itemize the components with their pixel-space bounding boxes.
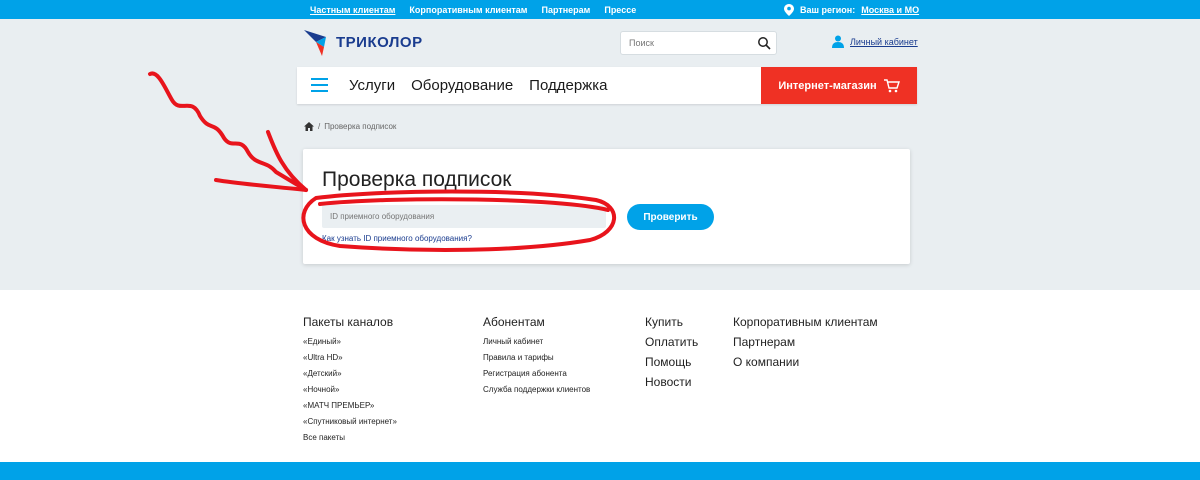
footer-link[interactable]: «Спутниковый интернет» xyxy=(303,417,397,433)
top-nav: Частным клиентам Корпоративным клиентам … xyxy=(310,0,636,19)
personal-cabinet-link[interactable]: Личный кабинет xyxy=(832,35,918,48)
cart-icon xyxy=(883,78,900,92)
nav-item-services[interactable]: Услуги xyxy=(349,77,395,94)
footer-link[interactable]: Все пакеты xyxy=(303,433,397,449)
search-input[interactable] xyxy=(621,32,751,54)
region-label: Ваш регион: xyxy=(800,4,856,15)
footer-col-subscribers: Абонентам Личный кабинет Правила и тариф… xyxy=(483,315,590,401)
search-box[interactable] xyxy=(620,31,777,55)
footer-link[interactable]: Правила и тарифы xyxy=(483,353,590,369)
top-nav-press[interactable]: Прессе xyxy=(604,5,636,15)
footer-link[interactable]: «Детский» xyxy=(303,369,397,385)
footer-heading-packages[interactable]: Пакеты каналов xyxy=(303,315,397,329)
footer-link[interactable]: Личный кабинет xyxy=(483,337,590,353)
annotation-arrow-head-bottom xyxy=(214,178,308,192)
location-pin-icon xyxy=(784,3,794,16)
footer-link[interactable]: Регистрация абонента xyxy=(483,369,590,385)
nav-item-support[interactable]: Поддержка xyxy=(529,77,607,94)
annotation-arrow-head-top xyxy=(266,130,308,192)
footer-link-about[interactable]: О компании xyxy=(733,355,878,375)
footer-col-packages: Пакеты каналов «Единый» «Ultra HD» «Детс… xyxy=(303,315,397,449)
region-value[interactable]: Москва и МО xyxy=(861,5,919,15)
footer-link-buy[interactable]: Купить xyxy=(645,315,698,335)
footer-link-corporate[interactable]: Корпоративным клиентам xyxy=(733,315,878,335)
region-selector[interactable]: Ваш регион: Москва и МО xyxy=(784,0,919,19)
footer-link-news[interactable]: Новости xyxy=(645,375,698,395)
online-shop-button[interactable]: Интернет-магазин xyxy=(761,67,917,104)
how-to-find-id-link[interactable]: Как узнать ID приемного оборудования? xyxy=(322,234,472,243)
breadcrumb: / Проверка подписок xyxy=(304,122,396,131)
check-button[interactable]: Проверить xyxy=(627,204,714,230)
footer-link[interactable]: Служба поддержки клиентов xyxy=(483,385,590,401)
home-icon[interactable] xyxy=(304,122,314,131)
top-nav-private[interactable]: Частным клиентам xyxy=(310,5,395,15)
nav-item-equipment[interactable]: Оборудование xyxy=(411,77,513,94)
hamburger-menu-icon[interactable] xyxy=(311,78,328,92)
footer-link[interactable]: «Единый» xyxy=(303,337,397,353)
logo[interactable]: ТРИКОЛОР xyxy=(304,28,423,56)
tricolor-logo-icon xyxy=(304,30,326,56)
main-nav: Услуги Оборудование Поддержка Интернет-м… xyxy=(297,67,917,104)
top-nav-corporate[interactable]: Корпоративным клиентам xyxy=(409,5,527,15)
footer: Пакеты каналов «Единый» «Ultra HD» «Детс… xyxy=(0,290,1200,462)
breadcrumb-current: Проверка подписок xyxy=(324,122,397,131)
footer-col-actions: Купить Оплатить Помощь Новости xyxy=(645,315,698,395)
logo-text: ТРИКОЛОР xyxy=(336,33,423,51)
footer-link[interactable]: «МАТЧ ПРЕМЬЕР» xyxy=(303,401,397,417)
footer-link-pay[interactable]: Оплатить xyxy=(645,335,698,355)
footer-link[interactable]: «Ultra HD» xyxy=(303,353,397,369)
footer-link-help[interactable]: Помощь xyxy=(645,355,698,375)
user-icon xyxy=(832,35,844,48)
footer-heading-subscribers[interactable]: Абонентам xyxy=(483,315,590,329)
annotation-arrow-shaft xyxy=(148,71,308,192)
shop-label: Интернет-магазин xyxy=(778,79,877,92)
footer-link-partners[interactable]: Партнерам xyxy=(733,335,878,355)
subscription-check-card: Проверка подписок Проверить Как узнать I… xyxy=(303,149,910,264)
top-nav-partners[interactable]: Партнерам xyxy=(541,5,590,15)
cabinet-label: Личный кабинет xyxy=(850,36,918,47)
equipment-id-input[interactable] xyxy=(322,205,606,228)
footer-link[interactable]: «Ночной» xyxy=(303,385,397,401)
footer-col-company: Корпоративным клиентам Партнерам О компа… xyxy=(733,315,878,375)
page-title: Проверка подписок xyxy=(322,168,512,191)
breadcrumb-separator: / xyxy=(318,122,321,131)
search-icon[interactable] xyxy=(757,36,771,50)
bottom-bar xyxy=(0,462,1200,480)
